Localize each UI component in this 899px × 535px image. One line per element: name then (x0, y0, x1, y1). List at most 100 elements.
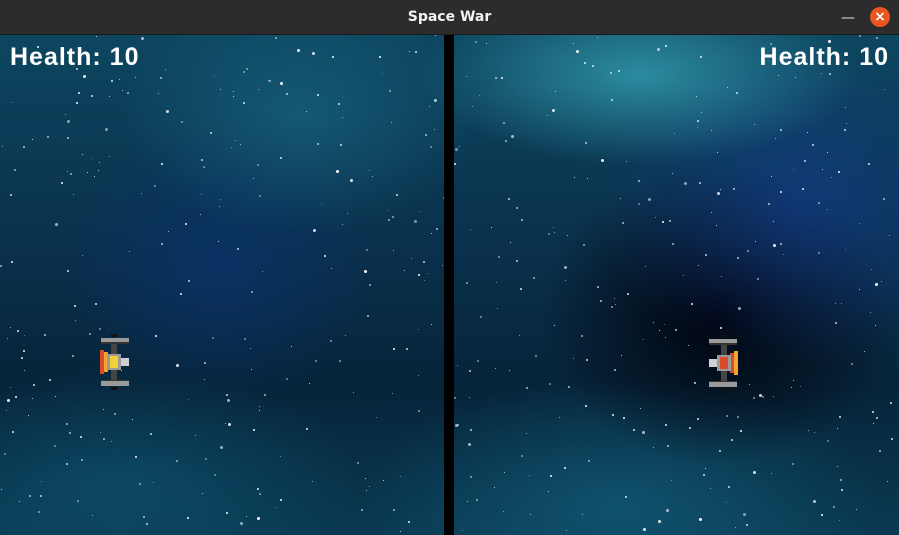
star (188, 280, 190, 282)
star (550, 475, 552, 477)
star (361, 509, 363, 511)
star (132, 419, 133, 420)
star (77, 500, 79, 502)
star (762, 396, 764, 398)
star (240, 522, 243, 525)
star (476, 499, 478, 501)
star (393, 348, 395, 350)
minimize-button[interactable]: — (838, 8, 858, 28)
star (675, 329, 677, 331)
star (297, 49, 300, 52)
game-canvas[interactable]: Health: 10 Health: 10 (0, 35, 899, 535)
star (891, 438, 893, 440)
star (243, 71, 245, 73)
star (220, 89, 221, 90)
star (0, 265, 2, 267)
star (573, 358, 574, 359)
red-spaceship-icon (709, 335, 738, 391)
star (233, 91, 234, 92)
star (773, 221, 774, 222)
star (237, 248, 239, 250)
star (457, 365, 458, 366)
star (876, 37, 878, 39)
star (567, 235, 568, 236)
star (324, 255, 326, 257)
star (841, 303, 842, 304)
star (726, 502, 727, 503)
star (740, 430, 742, 432)
star (67, 270, 69, 272)
star (11, 102, 12, 103)
star (555, 91, 556, 92)
star (49, 379, 51, 381)
star (623, 417, 625, 419)
star (827, 152, 828, 153)
star (251, 291, 253, 293)
star (430, 146, 432, 148)
star (614, 298, 615, 299)
star (353, 392, 354, 393)
star (821, 73, 822, 74)
star (757, 278, 759, 280)
star (143, 516, 145, 518)
star (257, 517, 260, 520)
star (835, 303, 836, 304)
star (554, 232, 555, 233)
star (195, 435, 196, 436)
star (389, 90, 391, 92)
star (227, 399, 230, 402)
star (851, 363, 853, 365)
star (103, 409, 104, 410)
star (226, 394, 228, 396)
close-button[interactable]: × (870, 7, 890, 27)
star (181, 121, 183, 123)
star (737, 416, 739, 418)
star (658, 520, 661, 523)
star (884, 89, 885, 90)
star (469, 397, 470, 398)
star (759, 394, 762, 397)
star (259, 195, 261, 197)
star (717, 192, 720, 195)
star (735, 527, 736, 528)
star (7, 399, 10, 402)
star (585, 142, 587, 144)
star (111, 80, 113, 82)
star (821, 514, 823, 516)
star (92, 515, 93, 516)
star (526, 387, 528, 389)
star (818, 202, 820, 204)
star (829, 73, 831, 75)
star (419, 211, 420, 212)
star (180, 293, 182, 295)
star (44, 334, 46, 336)
star (336, 170, 339, 173)
star (339, 360, 341, 362)
star (150, 433, 152, 435)
star (592, 65, 594, 67)
star (257, 164, 259, 166)
star (626, 161, 627, 162)
minimize-icon: — (841, 10, 855, 26)
star (887, 481, 888, 482)
star (807, 132, 808, 133)
star (584, 62, 586, 64)
star (176, 364, 179, 367)
star (719, 450, 721, 452)
star (504, 472, 505, 473)
star (795, 77, 796, 78)
star (14, 169, 16, 171)
star (388, 219, 390, 221)
star (65, 114, 66, 115)
title-bar[interactable]: Space War — × (0, 0, 899, 35)
star (205, 458, 207, 460)
star (496, 282, 497, 283)
star (780, 129, 782, 131)
star (576, 50, 579, 53)
star (251, 369, 252, 370)
star (158, 93, 159, 94)
star (345, 335, 346, 336)
star (2, 146, 3, 147)
star (434, 99, 437, 102)
star (868, 163, 870, 165)
